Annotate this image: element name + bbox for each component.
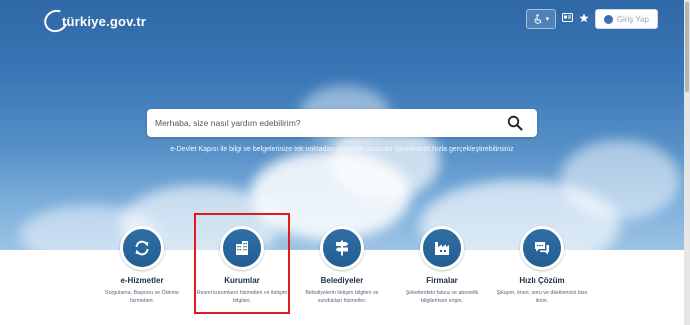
login-label: Giriş Yap [616, 14, 649, 24]
service-icon-circle [320, 226, 364, 270]
highlight-annotation-box [194, 213, 290, 314]
service-icon-circle [420, 226, 464, 270]
accessibility-button[interactable]: ▾ [525, 9, 556, 29]
chat-icon [535, 242, 549, 255]
service-title: e-Hizmetler [120, 276, 164, 285]
service-title: Belediyeler [320, 276, 364, 285]
scrollbar-thumb[interactable] [685, 2, 689, 92]
service-icon-circle [520, 226, 564, 270]
service-belediyeler[interactable]: Belediyeler Belediyelerin iletişim bilgi… [287, 226, 397, 305]
user-icon [603, 14, 613, 24]
refresh-icon [135, 240, 149, 256]
logo-e-icon [40, 5, 72, 37]
service-description: Şirketlerdeki fatura ve abonelik bilgile… [405, 290, 479, 304]
signpost-icon [335, 240, 349, 256]
service-hizli-cozum[interactable]: Hızlı Çözüm Şikayet, öneri, soru ve dile… [487, 226, 597, 305]
service-description: Belediyelerin iletişim bilgileri ve sund… [305, 290, 379, 304]
logo-text: türkiye.gov.tr [62, 13, 147, 29]
service-icon-circle [120, 226, 164, 270]
search-icon[interactable] [507, 115, 523, 131]
header-actions: ▾ Giriş Yap [525, 9, 658, 29]
service-e-hizmetler[interactable]: e-Hizmetler Sorgulama, Başvuru ve Ödeme … [87, 226, 197, 305]
service-description: Şikayet, öneri, soru ve dileklerinizi bi… [496, 290, 588, 304]
accessibility-icon [534, 14, 542, 24]
site-header: türkiye.gov.tr ▾ Giriş Yap [0, 0, 684, 42]
site-logo[interactable]: türkiye.gov.tr [40, 5, 147, 37]
id-card-icon[interactable] [561, 13, 573, 25]
service-firmalar[interactable]: Firmalar Şirketlerdeki fatura ve aboneli… [387, 226, 497, 305]
page: türkiye.gov.tr ▾ Giriş Yap Merhaba, size… [0, 0, 690, 325]
star-icon[interactable] [579, 13, 589, 26]
service-description: Sorgulama, Başvuru ve Ödeme hizmetleri. [105, 290, 179, 304]
tagline: e-Devlet Kapısı ile bilgi ve belgelerini… [170, 146, 514, 153]
login-button[interactable]: Giriş Yap [594, 9, 658, 29]
search-bar [147, 109, 537, 137]
page-scrollbar[interactable] [684, 0, 690, 325]
search-input[interactable] [155, 109, 495, 137]
factory-icon [435, 242, 449, 255]
accessibility-caret-icon: ▾ [545, 16, 550, 23]
service-title: Hızlı Çözüm [519, 276, 565, 285]
service-title: Firmalar [426, 276, 458, 285]
